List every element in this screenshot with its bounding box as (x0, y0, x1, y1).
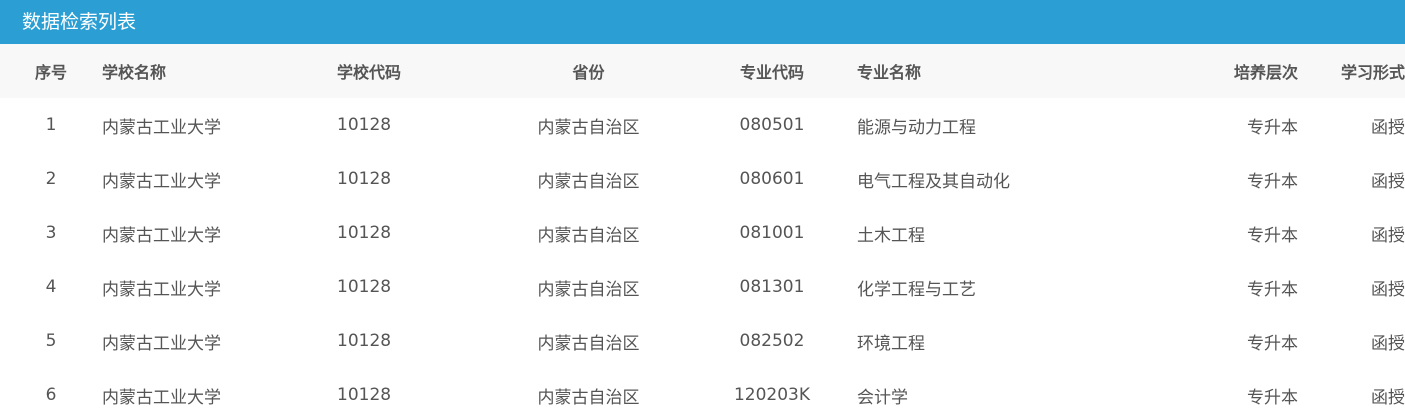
column-header-index: 序号 (0, 44, 102, 98)
table-row: 1 内蒙古工业大学 10128 内蒙古自治区 080501 能源与动力工程 专升… (0, 98, 1405, 152)
cell-level: 专升本 (1247, 171, 1298, 192)
cell-school-code: 10128 (337, 331, 392, 351)
cell-major-name: 能源与动力工程 (857, 117, 976, 138)
cell-province: 内蒙古自治区 (537, 225, 640, 246)
column-header-school-name: 学校名称 (102, 44, 337, 98)
cell-school-name: 内蒙古工业大学 (102, 171, 221, 192)
cell-major-code: 082502 (739, 331, 805, 351)
cell-index: 1 (45, 115, 57, 135)
cell-province: 内蒙古自治区 (537, 171, 640, 192)
cell-level: 专升本 (1247, 279, 1298, 300)
cell-study-form: 函授 (1371, 225, 1405, 246)
cell-study-form: 函授 (1371, 333, 1405, 354)
cell-major-code: 081301 (739, 277, 805, 297)
cell-school-name: 内蒙古工业大学 (102, 279, 221, 300)
cell-major-code: 080501 (739, 115, 805, 135)
cell-school-code: 10128 (337, 223, 392, 243)
cell-province: 内蒙古自治区 (537, 117, 640, 138)
cell-school-name: 内蒙古工业大学 (102, 387, 221, 408)
table-row: 4 内蒙古工业大学 10128 内蒙古自治区 081301 化学工程与工艺 专升… (0, 260, 1405, 314)
cell-province: 内蒙古自治区 (537, 333, 640, 354)
cell-school-code: 10128 (337, 277, 392, 297)
cell-major-name: 化学工程与工艺 (857, 279, 976, 300)
cell-major-code: 120203K (733, 385, 811, 405)
column-header-major-code: 专业代码 (687, 44, 857, 98)
cell-school-code: 10128 (337, 115, 392, 135)
data-search-panel: 数据检索列表 序号 学校名称 学校代码 省份 专业代码 专业名称 培养层次 学习… (0, 0, 1405, 419)
cell-major-name: 电气工程及其自动化 (857, 171, 1010, 192)
panel-title: 数据检索列表 (0, 0, 1405, 44)
cell-level: 专升本 (1247, 117, 1298, 138)
cell-major-name: 会计学 (857, 387, 908, 408)
table-row: 3 内蒙古工业大学 10128 内蒙古自治区 081001 土木工程 专升本 函… (0, 206, 1405, 260)
cell-index: 5 (45, 331, 57, 351)
cell-major-name: 土木工程 (857, 225, 925, 246)
table-row: 2 内蒙古工业大学 10128 内蒙古自治区 080601 电气工程及其自动化 … (0, 152, 1405, 206)
cell-province: 内蒙古自治区 (537, 387, 640, 408)
cell-province: 内蒙古自治区 (537, 279, 640, 300)
cell-school-code: 10128 (337, 385, 392, 405)
cell-school-name: 内蒙古工业大学 (102, 117, 221, 138)
column-header-level: 培养层次 (1120, 44, 1298, 98)
cell-level: 专升本 (1247, 387, 1298, 408)
table-row: 6 内蒙古工业大学 10128 内蒙古自治区 120203K 会计学 专升本 函… (0, 368, 1405, 419)
cell-school-name: 内蒙古工业大学 (102, 333, 221, 354)
cell-school-code: 10128 (337, 169, 392, 189)
column-header-school-code: 学校代码 (337, 44, 490, 98)
results-table: 序号 学校名称 学校代码 省份 专业代码 专业名称 培养层次 学习形式 1 内蒙… (0, 44, 1405, 419)
cell-study-form: 函授 (1371, 279, 1405, 300)
cell-study-form: 函授 (1371, 117, 1405, 138)
cell-index: 4 (45, 277, 57, 297)
cell-level: 专升本 (1247, 333, 1298, 354)
cell-index: 2 (45, 169, 57, 189)
cell-level: 专升本 (1247, 225, 1298, 246)
column-header-study-form: 学习形式 (1298, 44, 1405, 98)
cell-study-form: 函授 (1371, 171, 1405, 192)
cell-major-name: 环境工程 (857, 333, 925, 354)
table-row: 5 内蒙古工业大学 10128 内蒙古自治区 082502 环境工程 专升本 函… (0, 314, 1405, 368)
cell-major-code: 081001 (739, 223, 805, 243)
cell-index: 6 (45, 385, 57, 405)
column-header-major-name: 专业名称 (857, 44, 1120, 98)
table-header-row: 序号 学校名称 学校代码 省份 专业代码 专业名称 培养层次 学习形式 (0, 44, 1405, 98)
cell-major-code: 080601 (739, 169, 805, 189)
cell-index: 3 (45, 223, 57, 243)
column-header-province: 省份 (490, 44, 687, 98)
cell-study-form: 函授 (1371, 387, 1405, 408)
cell-school-name: 内蒙古工业大学 (102, 225, 221, 246)
